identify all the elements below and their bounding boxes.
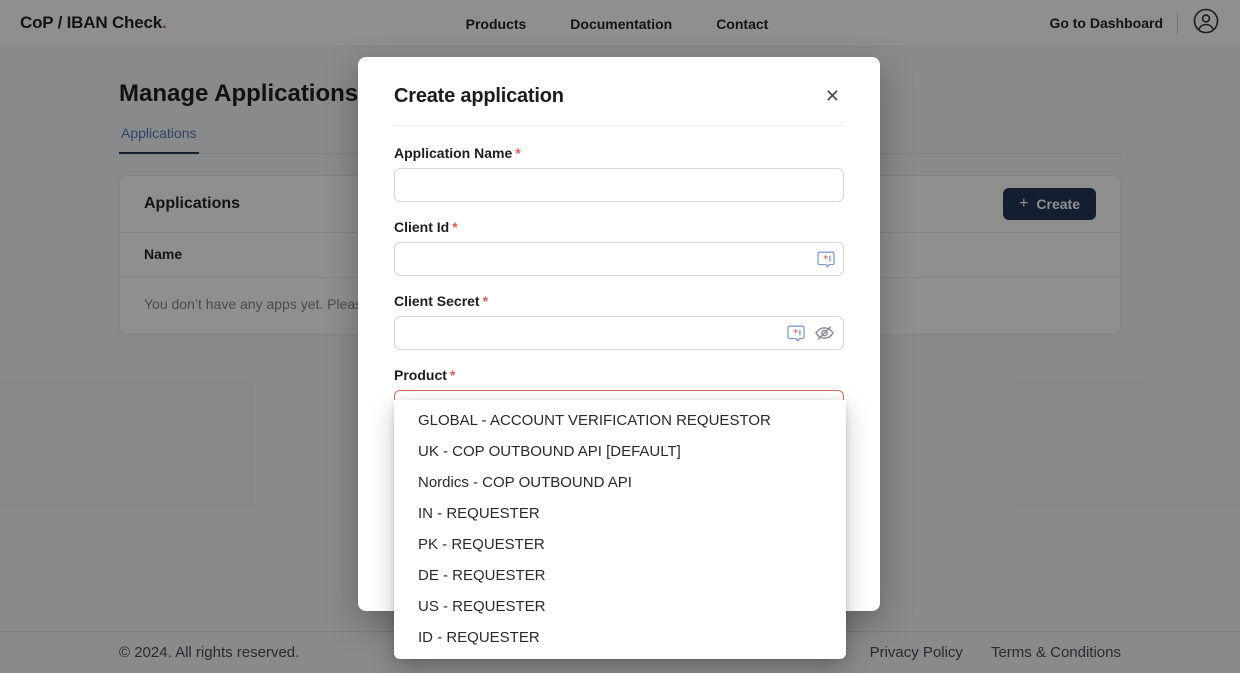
required-asterisk: * <box>452 219 457 235</box>
product-dropdown-list: GLOBAL - ACCOUNT VERIFICATION REQUESTOR … <box>394 400 846 659</box>
modal-body: Application Name* Client Id* * Client Se <box>358 126 880 424</box>
dropdown-option[interactable]: ID - REQUESTER <box>394 622 846 653</box>
autofill-badge-icon: * <box>817 251 835 268</box>
product-label: Product* <box>394 367 844 383</box>
client-secret-input[interactable] <box>394 316 844 350</box>
modal-close-button[interactable]: ✕ <box>821 85 844 107</box>
close-icon: ✕ <box>825 86 840 106</box>
dropdown-option[interactable]: US - REQUESTER <box>394 591 846 622</box>
modal-title: Create application <box>394 85 564 108</box>
client-id-label: Client Id* <box>394 219 844 235</box>
modal-header: Create application ✕ <box>358 57 880 108</box>
eye-slash-icon[interactable] <box>814 324 835 342</box>
dropdown-option[interactable]: Nordics - COP OUTBOUND API <box>394 467 846 498</box>
svg-text:*: * <box>793 327 798 338</box>
client-id-input[interactable] <box>394 242 844 276</box>
dropdown-option[interactable]: DE - REQUESTER <box>394 560 846 591</box>
dropdown-option[interactable]: GLOBAL - ACCOUNT VERIFICATION REQUESTOR <box>394 405 846 436</box>
application-name-label: Application Name* <box>394 145 844 161</box>
autofill-badge-icon: * <box>787 325 805 342</box>
dropdown-option[interactable]: PK - REQUESTER <box>394 529 846 560</box>
client-secret-label: Client Secret* <box>394 293 844 309</box>
required-asterisk: * <box>483 293 488 309</box>
client-secret-input-icons: * <box>787 316 835 350</box>
required-asterisk: * <box>515 145 520 161</box>
dropdown-option[interactable]: IN - REQUESTER <box>394 498 846 529</box>
dropdown-option[interactable]: UK - COP OUTBOUND API [DEFAULT] <box>394 436 846 467</box>
client-id-input-icons: * <box>817 242 835 276</box>
application-name-input[interactable] <box>394 168 844 202</box>
svg-text:*: * <box>823 253 828 264</box>
required-asterisk: * <box>450 367 455 383</box>
